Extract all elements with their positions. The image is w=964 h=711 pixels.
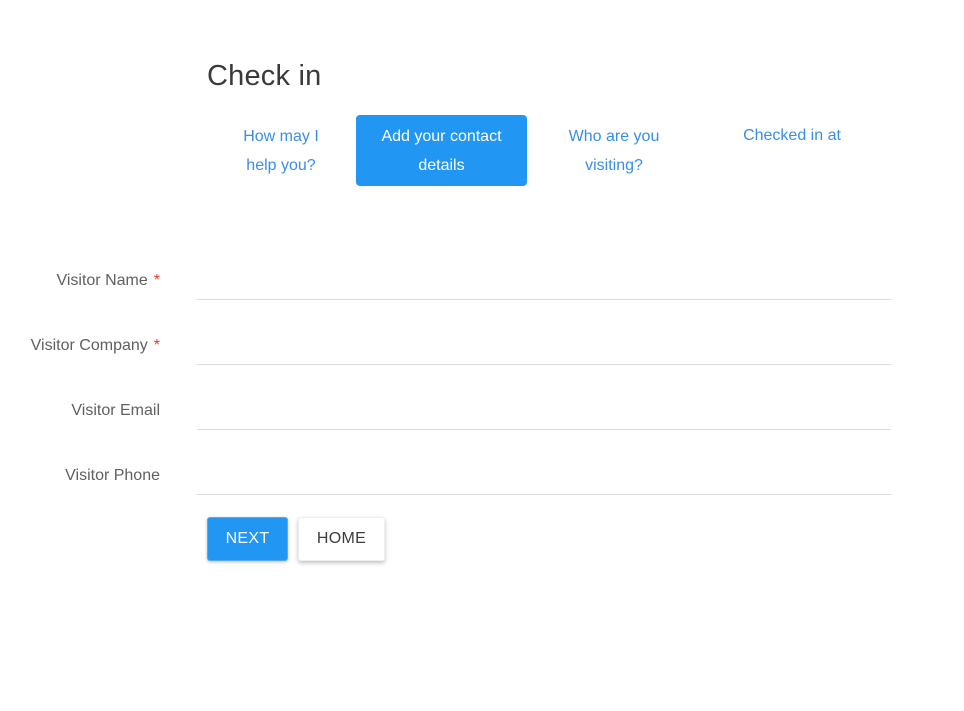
step-label-line2: help you? (246, 156, 316, 174)
visitor-email-label: Visitor Email (71, 402, 160, 419)
step-label-line1: Who are you (568, 127, 660, 145)
step-label-line1: Add your contact (381, 127, 502, 145)
step-label-line1: How may I (243, 127, 319, 145)
label-text: Visitor Company (30, 337, 148, 354)
visitor-company-label: Visitor Company * (31, 335, 160, 357)
visitor-company-input[interactable] (197, 323, 891, 365)
visitor-phone-label: Visitor Phone (65, 467, 160, 484)
label-text: Visitor Name (56, 272, 148, 289)
visitor-phone-input[interactable] (197, 453, 891, 495)
page-title: Check in (207, 60, 322, 92)
visitor-email-input[interactable] (197, 388, 891, 430)
visitor-name-label: Visitor Name * (56, 270, 160, 292)
visitor-phone-field: Visitor Phone (0, 453, 900, 515)
required-marker: * (153, 337, 160, 354)
visitor-email-field: Visitor Email (0, 388, 900, 450)
step-add-contact-details[interactable]: Add your contact details (356, 115, 527, 186)
required-marker: * (153, 272, 160, 289)
step-who-are-you-visiting[interactable]: Who are you visiting? (545, 115, 683, 186)
check-in-page: Check in How may I help you? Add your co… (0, 0, 964, 711)
step-label-line2: details (418, 156, 465, 174)
step-label-line1: Checked in at (743, 127, 841, 144)
home-button[interactable]: HOME (298, 517, 385, 561)
visitor-name-field: Visitor Name * (0, 258, 900, 320)
visitor-company-field: Visitor Company * (0, 323, 900, 385)
step-checked-in-at[interactable]: Checked in at (716, 115, 868, 186)
step-label-line2: visiting? (585, 156, 643, 174)
next-button[interactable]: NEXT (207, 517, 288, 561)
step-how-may-i-help[interactable]: How may I help you? (221, 115, 341, 186)
visitor-name-input[interactable] (197, 258, 891, 300)
